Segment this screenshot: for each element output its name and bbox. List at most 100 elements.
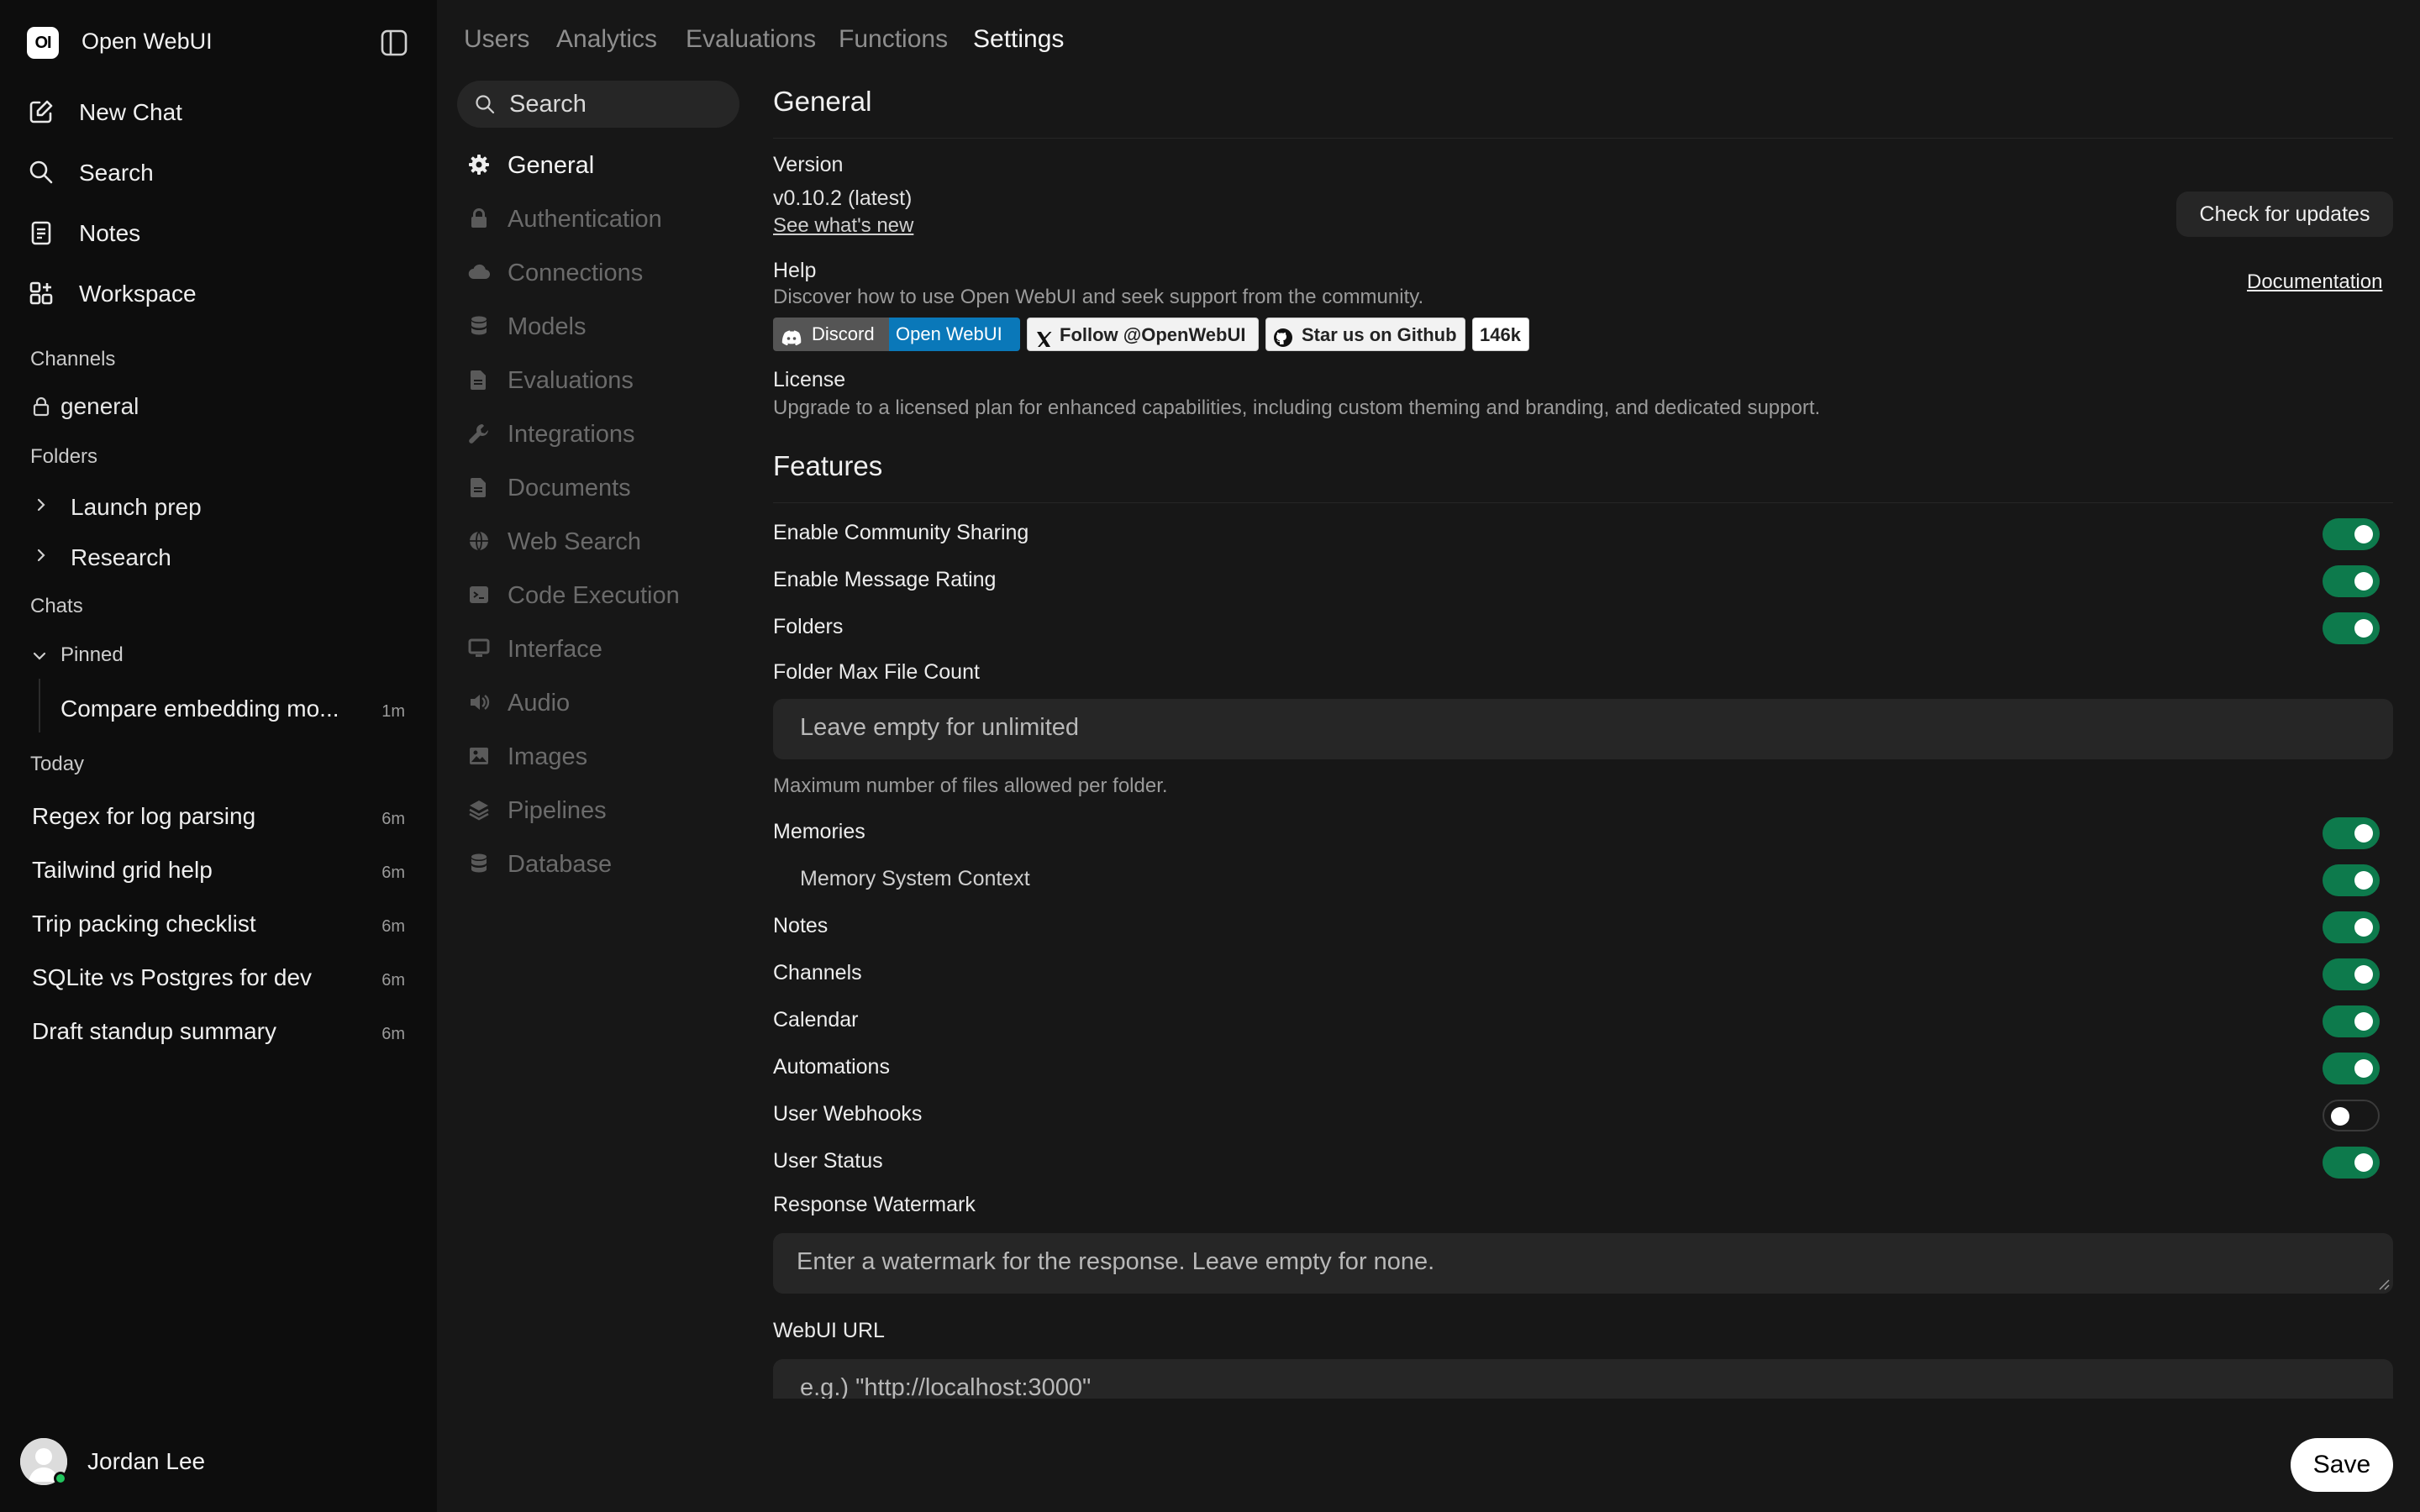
settings-search-input[interactable]: Search <box>457 81 739 128</box>
calendar-toggle[interactable] <box>2323 1005 2380 1037</box>
settings-nav-general[interactable]: General <box>467 144 744 186</box>
save-button[interactable]: Save <box>2291 1438 2393 1492</box>
memories-toggle[interactable] <box>2323 817 2380 849</box>
settings-nav-pipelines[interactable]: Pipelines <box>467 789 744 831</box>
pinned-group-toggle[interactable]: Pinned <box>30 640 400 670</box>
discord-badge-right-text: Open WebUI <box>896 323 1002 344</box>
automations-toggle[interactable] <box>2323 1053 2380 1084</box>
resize-grip-icon[interactable] <box>2378 1278 2390 1290</box>
tab-users[interactable]: Users <box>464 25 529 54</box>
chat-item[interactable]: Trip packing checklist 6m <box>32 902 407 944</box>
notes-toggle[interactable] <box>2323 911 2380 943</box>
tab-analytics[interactable]: Analytics <box>556 25 657 54</box>
user-menu-button[interactable]: Jordan Lee <box>20 1438 407 1485</box>
sidebar-header: OI Open WebUI <box>27 24 410 60</box>
settings-nav-label: Integrations <box>508 421 635 448</box>
tab-functions[interactable]: Functions <box>839 25 948 54</box>
image-icon <box>467 744 491 768</box>
channels-toggle[interactable] <box>2323 958 2380 990</box>
channels-heading[interactable]: Channels <box>30 348 115 371</box>
whats-new-link-text[interactable]: See what's new <box>773 214 913 237</box>
search-icon <box>27 158 55 186</box>
toggle-knob <box>2354 525 2373 543</box>
memory-system-context-label: Memory System Context <box>800 867 1030 890</box>
settings-nav-authentication[interactable]: Authentication <box>467 197 744 239</box>
notes-row: Notes <box>773 906 2393 946</box>
watermark-textarea[interactable]: Enter a watermark for the response. Leav… <box>773 1233 2393 1294</box>
x-logo-icon <box>1034 326 1053 347</box>
chat-item-pinned[interactable]: Compare embedding mo... 1m <box>60 687 407 729</box>
settings-nav-documents[interactable]: Documents <box>467 466 744 508</box>
settings-nav-integrations[interactable]: Integrations <box>467 412 744 454</box>
settings-nav-audio[interactable]: Audio <box>467 681 744 723</box>
divider <box>773 138 2393 139</box>
folder-name: Launch prep <box>71 494 202 520</box>
settings-nav-connections[interactable]: Connections <box>467 251 744 293</box>
globe-icon <box>467 529 491 553</box>
github-star-badge[interactable]: Star us on Github <box>1265 318 1465 351</box>
github-star-badge-text: Star us on Github <box>1302 324 1457 345</box>
chat-title: Tailwind grid help <box>32 857 213 883</box>
message-rating-toggle[interactable] <box>2323 565 2380 597</box>
toggle-knob <box>2354 824 2373 843</box>
workspace-nav-button[interactable]: Workspace <box>27 269 410 316</box>
chat-item[interactable]: Draft standup summary 6m <box>32 1010 407 1052</box>
watermark-placeholder: Enter a watermark for the response. Leav… <box>797 1248 1435 1275</box>
tab-settings[interactable]: Settings <box>973 25 1064 54</box>
webui-url-label: WebUI URL <box>773 1319 885 1342</box>
folder-max-input[interactable]: Leave empty for unlimited <box>773 699 2393 759</box>
channel-item-general[interactable]: general <box>30 390 400 423</box>
settings-nav-web-search[interactable]: Web Search <box>467 520 744 562</box>
github-star-count-badge[interactable]: 146k <box>1472 318 1529 351</box>
folder-item-research[interactable]: Research <box>30 538 400 576</box>
lock-icon <box>467 207 491 230</box>
settings-nav-evaluations[interactable]: Evaluations <box>467 359 744 401</box>
user-webhooks-toggle[interactable] <box>2323 1100 2380 1131</box>
app-logo[interactable]: OI <box>27 27 59 59</box>
message-rating-row: Enable Message Rating <box>773 559 2393 600</box>
documentation-link[interactable]: Documentation <box>2247 270 2382 294</box>
github-star-count: 146k <box>1480 324 1521 345</box>
follow-x-badge[interactable]: Follow @OpenWebUI <box>1027 318 1259 351</box>
settings-nav-models[interactable]: Models <box>467 305 744 347</box>
settings-nav-label: Interface <box>508 636 602 663</box>
chat-item[interactable]: SQLite vs Postgres for dev 6m <box>32 956 407 998</box>
chat-item[interactable]: Regex for log parsing 6m <box>32 795 407 837</box>
memory-system-context-toggle[interactable] <box>2323 864 2380 896</box>
folder-name: Research <box>71 544 171 570</box>
database-icon <box>467 852 491 875</box>
search-nav-button[interactable]: Search <box>27 148 410 195</box>
settings-nav-database[interactable]: Database <box>467 843 744 885</box>
settings-nav-label: Code Execution <box>508 582 680 609</box>
discord-badge[interactable]: Discord Open WebUI <box>773 318 1020 351</box>
chats-heading[interactable]: Chats <box>30 595 83 618</box>
settings-nav-label: Evaluations <box>508 367 634 394</box>
general-heading: General <box>773 86 872 117</box>
chat-time: 6m <box>381 864 405 882</box>
folder-item-launch-prep[interactable]: Launch prep <box>30 487 400 526</box>
user-webhooks-row: User Webhooks <box>773 1094 2393 1134</box>
app-title[interactable]: Open WebUI <box>82 29 213 55</box>
folders-heading[interactable]: Folders <box>30 445 97 469</box>
chat-item[interactable]: Tailwind grid help 6m <box>32 848 407 890</box>
settings-nav-code-execution[interactable]: Code Execution <box>467 574 744 616</box>
whats-new-link[interactable]: See what's new <box>773 214 913 238</box>
user-status-toggle[interactable] <box>2323 1147 2380 1179</box>
settings-nav-interface[interactable]: Interface <box>467 627 744 669</box>
sidebar-toggle-icon[interactable] <box>378 27 410 59</box>
community-sharing-toggle[interactable] <box>2323 518 2380 550</box>
app-window: OI Open WebUI New Chat Search Notes Work… <box>0 0 2420 1512</box>
notes-nav-button[interactable]: Notes <box>27 208 410 255</box>
toggle-knob <box>2354 871 2373 890</box>
automations-label: Automations <box>773 1055 890 1079</box>
folder-max-placeholder: Leave empty for unlimited <box>800 714 1080 741</box>
tab-evaluations[interactable]: Evaluations <box>686 25 816 54</box>
folders-toggle[interactable] <box>2323 612 2380 644</box>
database-icon <box>467 314 491 338</box>
settings-nav-label: Pipelines <box>508 797 607 824</box>
toggle-knob <box>2354 619 2373 638</box>
check-for-updates-button[interactable]: Check for updates <box>2176 192 2393 237</box>
new-chat-button[interactable]: New Chat <box>27 87 410 134</box>
folder-max-help: Maximum number of files allowed per fold… <box>773 774 1168 797</box>
settings-nav-images[interactable]: Images <box>467 735 744 777</box>
